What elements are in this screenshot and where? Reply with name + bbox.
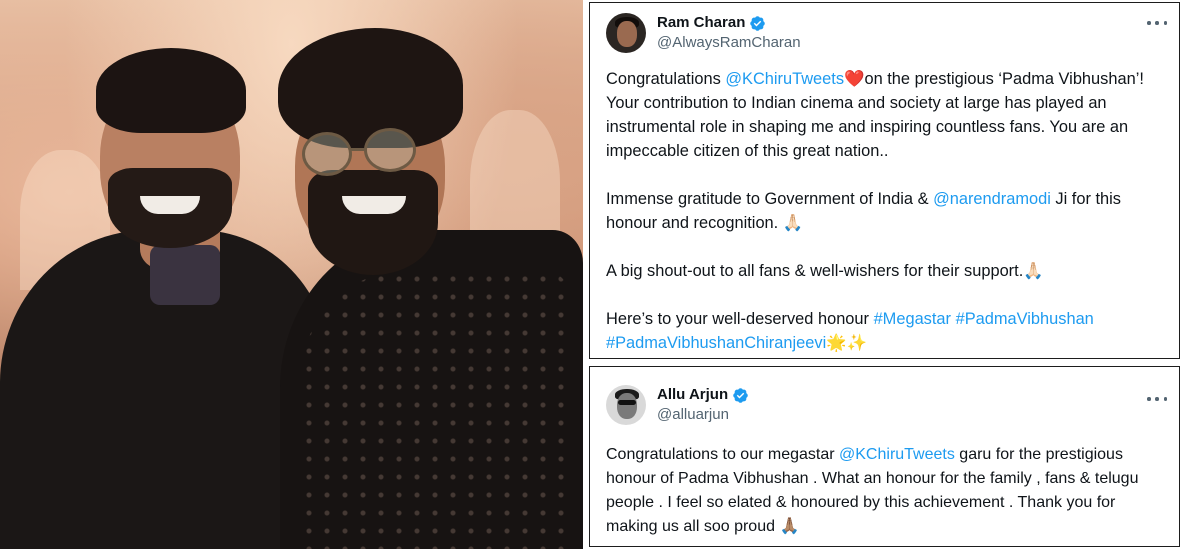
name-row: Allu Arjun — [657, 385, 749, 405]
hashtag-link[interactable]: #PadmaVibhushan — [956, 310, 1094, 328]
photo-ram-charan-allu-arjun — [0, 0, 583, 549]
avatar-glasses — [618, 400, 636, 405]
tweet-author: Ram Charan @AlwaysRamCharan — [657, 13, 801, 53]
avatar-face — [617, 21, 637, 47]
mention-link[interactable]: @KChiruTweets — [839, 446, 955, 463]
emoji: 🙏🏻 — [1023, 262, 1044, 280]
verified-badge-icon — [733, 387, 748, 403]
tweet-text-segment: Here’s to your well-deserved honour — [606, 310, 874, 328]
mention-link[interactable]: @narendramodi — [933, 190, 1051, 208]
person-left-smile — [140, 196, 200, 214]
verified-badge-icon — [750, 15, 766, 31]
handle[interactable]: @alluarjun — [657, 405, 749, 425]
tweet-text-segment: Immense gratitude to Government of India… — [606, 190, 934, 208]
tweet-paragraph: Immense gratitude to Government of India… — [606, 187, 1165, 235]
avatar-face — [617, 393, 637, 419]
tweet-header: Ram Charan @AlwaysRamCharan — [606, 13, 801, 53]
mention-link[interactable]: @KChiruTweets — [725, 70, 844, 88]
tweet-paragraph: Congratulations @KChiruTweets ❤️on the p… — [606, 67, 1165, 163]
tweet-header: Allu Arjun @alluarjun — [606, 385, 749, 425]
person-right-beard — [308, 170, 438, 275]
emoji: ❤️ — [844, 70, 865, 88]
hashtag-link[interactable]: #Megastar — [874, 310, 951, 328]
person-right-hair — [278, 28, 463, 148]
tweet-text-segment: Congratulations to our megastar — [606, 446, 840, 463]
glasses-right-lens — [364, 128, 416, 172]
tweet-paragraph: Congratulations to our megastar @KChiruT… — [606, 443, 1165, 539]
emoji: 🌟✨ — [826, 334, 868, 352]
handle[interactable]: @AlwaysRamCharan — [657, 33, 801, 53]
display-name[interactable]: Ram Charan — [657, 13, 745, 33]
more-options-icon[interactable] — [1147, 15, 1167, 31]
tweet-text-segment: Congratulations — [606, 70, 726, 88]
glasses-bridge — [350, 148, 366, 151]
avatar[interactable] — [606, 385, 646, 425]
tweet-text-segment: A big shout-out to all fans & well-wishe… — [606, 262, 1024, 280]
name-row: Ram Charan — [657, 13, 801, 33]
glasses-left-lens — [302, 132, 352, 176]
hashtag-link[interactable]: #PadmaVibhushanChiranjeevi — [606, 334, 826, 352]
person-left-collar — [150, 245, 220, 305]
emoji: 🙏🏻 — [782, 214, 804, 232]
tweet-text: Congratulations to our megastar @KChiruT… — [606, 443, 1165, 539]
tweet-paragraph: Here’s to your well-deserved honour #Meg… — [606, 307, 1165, 355]
tweet-text: Congratulations @KChiruTweets ❤️on the p… — [606, 67, 1165, 355]
emoji: 🙏🏽 — [779, 518, 800, 535]
tweet-author: Allu Arjun @alluarjun — [657, 385, 749, 425]
person-right-smile — [342, 196, 406, 214]
tweet-card-ram-charan[interactable]: Ram Charan @AlwaysRamCharan Congratulati… — [589, 2, 1180, 359]
display-name[interactable]: Allu Arjun — [657, 385, 728, 405]
person-right-embroidery — [300, 270, 570, 549]
avatar[interactable] — [606, 13, 646, 53]
person-left-hair — [96, 48, 246, 133]
tweet-card-allu-arjun[interactable]: Allu Arjun @alluarjun Congratulations to… — [589, 366, 1180, 547]
tweet-paragraph: A big shout-out to all fans & well-wishe… — [606, 259, 1165, 283]
more-options-icon[interactable] — [1147, 391, 1167, 407]
